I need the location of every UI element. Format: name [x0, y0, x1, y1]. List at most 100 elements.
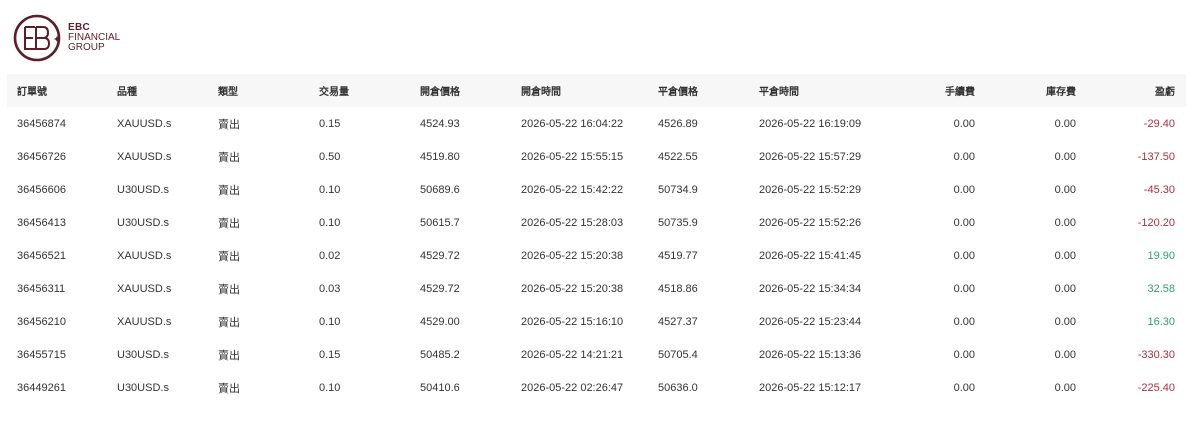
- cell-commission: 0.00: [953, 381, 975, 394]
- cell-type: 賣出: [218, 184, 240, 197]
- cell-swap: 0.00: [1054, 150, 1076, 163]
- header-symbol[interactable]: 品種: [107, 74, 208, 107]
- cell-open-time: 2026-05-22 15:20:38: [521, 249, 624, 262]
- ebc-logo: EBC FINANCIAL GROUP: [13, 13, 120, 63]
- cell-close-time: 2026-05-22 16:19:09: [759, 117, 862, 130]
- header-close-price[interactable]: 平倉價格: [648, 74, 749, 107]
- cell-open-time: 2026-05-22 02:26:47: [521, 381, 624, 394]
- cell-open-time: 2026-05-22 14:21:21: [521, 348, 624, 361]
- header-order-no[interactable]: 訂單號: [7, 74, 107, 107]
- cell-symbol: XAUUSD.s: [117, 282, 172, 295]
- cell-commission: 0.00: [953, 183, 975, 196]
- cell-symbol: XAUUSD.s: [117, 150, 172, 163]
- cell-type: 賣出: [218, 382, 240, 395]
- cell-close-time: 2026-05-22 15:41:45: [759, 249, 862, 262]
- cell-close-time: 2026-05-22 15:52:26: [759, 216, 862, 229]
- cell-open-price: 4524.93: [420, 117, 460, 130]
- cell-open-price: 4529.00: [420, 315, 460, 328]
- cell-close-price: 4519.77: [658, 249, 698, 262]
- cell-open-price: 50410.6: [420, 381, 460, 394]
- cell-symbol: XAUUSD.s: [117, 315, 172, 328]
- header-profit[interactable]: 盈虧: [1087, 74, 1186, 107]
- cell-commission: 0.00: [953, 282, 975, 295]
- header-open-price[interactable]: 開倉價格: [410, 74, 511, 107]
- table-row[interactable]: 36456413 U30USD.s 賣出 0.10 50615.7 2026-0…: [7, 206, 1186, 239]
- cell-profit: 16.30: [1147, 315, 1175, 328]
- cell-symbol: U30USD.s: [117, 216, 169, 229]
- cell-open-price: 50485.2: [420, 348, 460, 361]
- cell-swap: 0.00: [1054, 249, 1076, 262]
- cell-open-price: 4519.80: [420, 150, 460, 163]
- cell-symbol: XAUUSD.s: [117, 117, 172, 130]
- cell-order-no: 36456874: [17, 117, 66, 130]
- cell-close-price: 4518.86: [658, 282, 698, 295]
- cell-symbol: U30USD.s: [117, 381, 169, 394]
- table-row[interactable]: 36449261 U30USD.s 賣出 0.10 50410.6 2026-0…: [7, 371, 1186, 404]
- header-type[interactable]: 類型: [208, 74, 309, 107]
- cell-type: 賣出: [218, 151, 240, 164]
- cell-commission: 0.00: [953, 117, 975, 130]
- table-row[interactable]: 36456874 XAUUSD.s 賣出 0.15 4524.93 2026-0…: [7, 107, 1186, 140]
- table-row[interactable]: 36456726 XAUUSD.s 賣出 0.50 4519.80 2026-0…: [7, 140, 1186, 173]
- header-open-time[interactable]: 開倉時間: [511, 74, 648, 107]
- cell-close-time: 2026-05-22 15:52:29: [759, 183, 862, 196]
- header-volume[interactable]: 交易量: [309, 74, 410, 107]
- cell-open-time: 2026-05-22 15:20:38: [521, 282, 624, 295]
- cell-profit: -330.30: [1137, 348, 1175, 361]
- table-header: 訂單號 品種 類型 交易量 開倉價格 開倉時間 平倉價格 平倉時間 手續費 庫存…: [7, 74, 1186, 107]
- cell-order-no: 36456413: [17, 216, 66, 229]
- cell-swap: 0.00: [1054, 117, 1076, 130]
- cell-volume: 0.10: [319, 183, 341, 196]
- cell-profit: -45.30: [1143, 183, 1175, 196]
- header-swap[interactable]: 庫存費: [986, 74, 1087, 107]
- cell-order-no: 36456606: [17, 183, 66, 196]
- table-row[interactable]: 36456521 XAUUSD.s 賣出 0.02 4529.72 2026-0…: [7, 239, 1186, 272]
- table-row[interactable]: 36456606 U30USD.s 賣出 0.10 50689.6 2026-0…: [7, 173, 1186, 206]
- cell-order-no: 36455715: [17, 348, 66, 361]
- cell-order-no: 36456311: [17, 282, 66, 295]
- cell-close-price: 4522.55: [658, 150, 698, 163]
- cell-commission: 0.00: [953, 150, 975, 163]
- cell-open-time: 2026-05-22 15:42:22: [521, 183, 624, 196]
- cell-volume: 0.15: [319, 117, 341, 130]
- cell-swap: 0.00: [1054, 282, 1076, 295]
- cell-close-time: 2026-05-22 15:23:44: [759, 315, 862, 328]
- table-header-row: 訂單號 品種 類型 交易量 開倉價格 開倉時間 平倉價格 平倉時間 手續費 庫存…: [7, 74, 1186, 107]
- cell-type: 賣出: [218, 316, 240, 329]
- cell-commission: 0.00: [953, 315, 975, 328]
- cell-type: 賣出: [218, 283, 240, 296]
- header-close-time[interactable]: 平倉時間: [749, 74, 886, 107]
- cell-open-time: 2026-05-22 15:16:10: [521, 315, 624, 328]
- cell-commission: 0.00: [953, 348, 975, 361]
- trade-history-page: EBC FINANCIAL GROUP 訂單號 品種 類型 交易量 開倉價格 開…: [0, 0, 1200, 422]
- cell-symbol: XAUUSD.s: [117, 249, 172, 262]
- cell-volume: 0.50: [319, 150, 341, 163]
- cell-commission: 0.00: [953, 249, 975, 262]
- cell-open-price: 50615.7: [420, 216, 460, 229]
- table-row[interactable]: 36456210 XAUUSD.s 賣出 0.10 4529.00 2026-0…: [7, 305, 1186, 338]
- cell-swap: 0.00: [1054, 216, 1076, 229]
- table-row[interactable]: 36456311 XAUUSD.s 賣出 0.03 4529.72 2026-0…: [7, 272, 1186, 305]
- cell-close-price: 50636.0: [658, 381, 698, 394]
- cell-order-no: 36449261: [17, 381, 66, 394]
- cell-close-time: 2026-05-22 15:12:17: [759, 381, 862, 394]
- cell-swap: 0.00: [1054, 381, 1076, 394]
- cell-commission: 0.00: [953, 216, 975, 229]
- cell-symbol: U30USD.s: [117, 348, 169, 361]
- cell-open-time: 2026-05-22 15:55:15: [521, 150, 624, 163]
- cell-open-time: 2026-05-22 15:28:03: [521, 216, 624, 229]
- table-body: 36456874 XAUUSD.s 賣出 0.15 4524.93 2026-0…: [7, 107, 1186, 404]
- cell-type: 賣出: [218, 250, 240, 263]
- cell-profit: -137.50: [1137, 150, 1175, 163]
- cell-open-price: 4529.72: [420, 282, 460, 295]
- cell-open-time: 2026-05-22 16:04:22: [521, 117, 624, 130]
- header-commission[interactable]: 手續費: [886, 74, 986, 107]
- cell-profit: -225.40: [1137, 381, 1175, 394]
- cell-profit: 32.58: [1147, 282, 1175, 295]
- ebc-logo-mark-icon: [13, 14, 61, 62]
- cell-volume: 0.15: [319, 348, 341, 361]
- cell-volume: 0.10: [319, 381, 341, 394]
- cell-close-price: 50705.4: [658, 348, 698, 361]
- table-row[interactable]: 36455715 U30USD.s 賣出 0.15 50485.2 2026-0…: [7, 338, 1186, 371]
- cell-type: 賣出: [218, 217, 240, 230]
